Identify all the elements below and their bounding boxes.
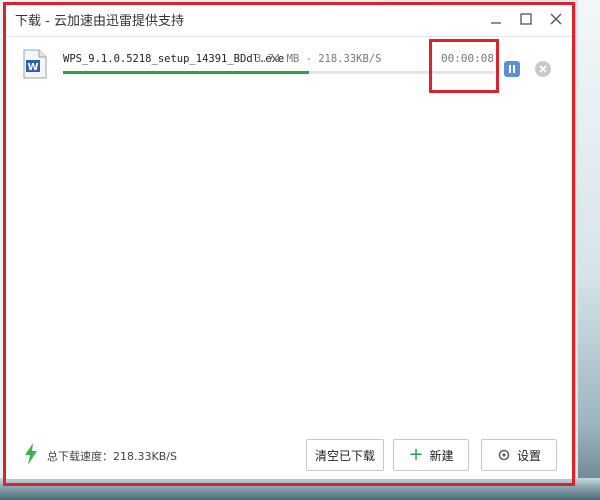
minimize-icon [491,22,501,24]
window-title: 下载 - 云加速由迅雷提供支持 [15,14,184,29]
clear-downloaded-button[interactable]: 清空已下载 [306,439,384,471]
desktop-edge-bottom [0,478,600,500]
window-controls [485,7,567,31]
download-item[interactable]: W WPS_9.1.0.5218_setup_14391_BDdl.exe 3.… [5,39,575,93]
maximize-icon [520,13,532,25]
close-button[interactable] [545,7,567,31]
minimize-button[interactable] [485,7,507,31]
close-icon [539,65,547,73]
file-name: WPS_9.1.0.5218_setup_14391_BDdl.exe [63,53,285,65]
desktop-edge-right [578,0,600,500]
file-size-speed: 3.74 MB - 218.33KB/S [255,53,382,65]
settings-label: 设置 [516,448,541,463]
plus-icon: + [408,444,424,465]
close-icon [550,13,562,25]
new-download-button[interactable]: + 新建 [393,439,469,471]
time-highlight-box [429,39,499,93]
settings-button[interactable]: 设置 [481,439,557,471]
cancel-button[interactable] [535,61,551,77]
pause-icon [509,65,511,73]
total-speed-label: 总下载速度：218.33KB/S [47,450,177,463]
word-document-icon: W [23,49,47,79]
download-window: 下载 - 云加速由迅雷提供支持 W WPS_9.1.0.5218_setup_1… [4,2,576,480]
new-download-label: 新建 [429,448,454,463]
svg-text:W: W [27,62,38,73]
status-bar: 总下载速度：218.33KB/S 清空已下载 + 新建 设置 [5,431,575,479]
clear-downloaded-label: 清空已下载 [314,448,375,463]
title-bar[interactable]: 下载 - 云加速由迅雷提供支持 [5,3,575,37]
pause-button[interactable] [504,61,520,77]
progress-fill [63,71,310,74]
lightning-bolt-icon [25,443,37,465]
gear-icon [498,449,510,461]
maximize-button[interactable] [515,7,537,31]
pause-icon-bar [513,65,515,73]
